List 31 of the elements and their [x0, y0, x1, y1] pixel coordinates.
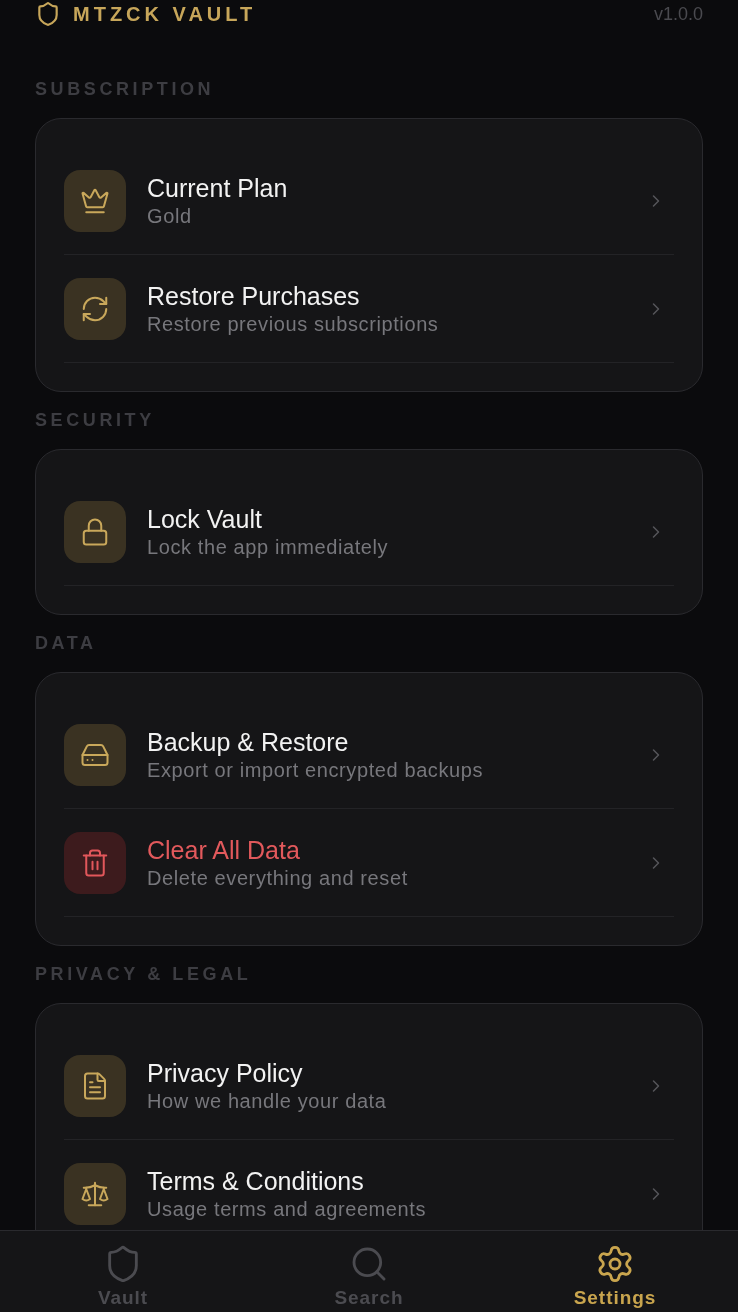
app-title: MTZCK VAULT — [73, 2, 257, 26]
trash-icon — [64, 831, 126, 894]
menu-row[interactable]: Lock Vault Lock the app immediately — [64, 478, 674, 586]
item-subtitle: Delete everything and reset — [147, 865, 409, 891]
menu-row[interactable]: Privacy Policy How we handle your data — [64, 1032, 674, 1140]
item-title: Terms & Conditions — [147, 1165, 365, 1196]
item-title: Current Plan — [147, 172, 289, 203]
item-title: Privacy Policy — [147, 1057, 304, 1088]
menu-row[interactable]: Restore Purchases Restore previous subscriptions — [64, 255, 674, 363]
item-title: Restore Purchases — [147, 280, 361, 311]
menu-row[interactable]: Backup & Restore Export or import encrypted backups — [64, 701, 674, 809]
document-icon — [64, 1054, 126, 1117]
crown-icon — [64, 169, 126, 232]
hard-drive-icon — [64, 723, 126, 786]
version-label: v1.0.0 — [653, 3, 703, 26]
tab-item[interactable]: Settings — [492, 1231, 738, 1312]
item-title: Clear All Data — [147, 834, 301, 865]
item-subtitle: Gold — [147, 203, 193, 229]
lock-icon — [64, 500, 126, 563]
scale-icon — [64, 1162, 126, 1225]
item-subtitle: Export or import encrypted backups — [147, 757, 485, 783]
item-title: Lock Vault — [147, 503, 263, 534]
refresh-icon — [64, 277, 126, 340]
shield-icon — [35, 1, 61, 27]
menu-row[interactable]: Current Plan Gold — [64, 147, 674, 255]
item-subtitle: Usage terms and agreements — [147, 1196, 428, 1222]
item-subtitle: Restore previous subscriptions — [147, 311, 440, 337]
item-title: Backup & Restore — [147, 726, 350, 757]
item-subtitle: How we handle your data — [147, 1088, 388, 1114]
item-subtitle: Lock the app immediately — [147, 534, 390, 560]
menu-row[interactable]: Clear All Data Delete everything and reset — [64, 809, 674, 917]
